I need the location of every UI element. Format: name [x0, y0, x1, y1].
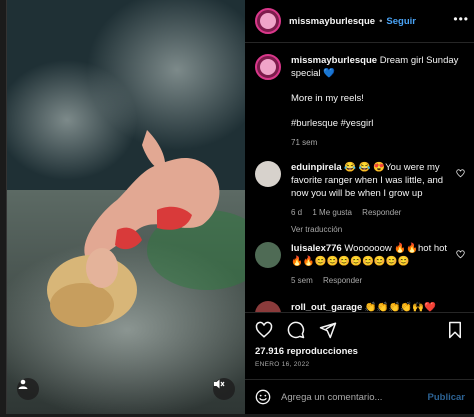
comment-item: roll_out_garage 👏👏👏👏🙌❤️ — [255, 301, 469, 312]
caption: missmayburlesque Dream girl Sunday speci… — [255, 54, 469, 149]
caption-extra: More in my reels! — [291, 93, 364, 104]
comment-item: luisalex776 Woooooow 🔥🔥hot hot 🔥🔥😊😊😊😊😊😊😊… — [255, 242, 469, 287]
post-modal: missmayburlesque • Seguir ••• missmaybur… — [6, 0, 474, 414]
comment-icon[interactable] — [287, 321, 305, 339]
caption-avatar[interactable] — [255, 54, 281, 80]
post-header: missmayburlesque • Seguir ••• — [245, 0, 474, 43]
caption-username[interactable]: missmayburlesque — [291, 55, 377, 66]
author-username[interactable]: missmayburlesque — [289, 16, 375, 27]
comment-time: 5 sem — [291, 276, 313, 285]
see-translation-button[interactable]: Ver traducción — [291, 223, 457, 236]
comment-meta: 6 d 1 Me gusta Responder — [291, 206, 457, 219]
user-tag-icon — [18, 379, 28, 389]
commenter-avatar[interactable] — [255, 242, 281, 268]
author-avatar[interactable] — [255, 8, 281, 34]
post-comment-button[interactable]: Publicar — [428, 392, 466, 403]
comment-input[interactable]: Agrega un comentario... — [281, 392, 428, 403]
comment-text: 👏👏👏👏🙌❤️ — [364, 302, 436, 312]
emoji-icon[interactable] — [255, 389, 271, 405]
comment-meta: 5 sem Responder — [291, 274, 457, 287]
post-actions: 27.916 reproducciones ENERO 16, 2022 — [245, 312, 474, 378]
more-options-icon[interactable]: ••• — [453, 12, 469, 26]
mute-button[interactable] — [213, 378, 235, 400]
comment-username[interactable]: luisalex776 — [291, 243, 342, 254]
muted-speaker-icon — [214, 379, 225, 389]
action-icons — [255, 321, 337, 343]
follow-button[interactable]: Seguir — [386, 16, 416, 27]
video-frame-illustration — [7, 0, 245, 414]
post-date: ENERO 16, 2022 — [255, 361, 310, 368]
caption-hashtags[interactable]: #burlesque #yesgirl — [291, 117, 469, 130]
comment-username[interactable]: eduinpirela — [291, 162, 342, 173]
comment-time: 6 d — [291, 208, 303, 217]
share-icon[interactable] — [319, 321, 337, 339]
comment-username[interactable]: roll_out_garage — [291, 302, 362, 312]
commenter-avatar[interactable] — [255, 301, 281, 312]
reply-button[interactable]: Responder — [362, 208, 401, 217]
bookmark-icon[interactable] — [447, 321, 463, 339]
reel-video[interactable] — [7, 0, 245, 414]
tagged-users-button[interactable] — [17, 378, 39, 400]
caption-time: 71 sem — [291, 138, 318, 147]
comment-like-icon[interactable] — [456, 250, 465, 259]
heart-icon[interactable] — [255, 321, 273, 339]
separator-dot: • — [379, 15, 383, 27]
comment-likes[interactable]: 1 Me gusta — [312, 208, 352, 217]
comment-composer: Agrega un comentario... Publicar — [245, 379, 474, 414]
post-details-panel: missmayburlesque • Seguir ••• missmaybur… — [245, 0, 474, 414]
comments-list[interactable]: missmayburlesque Dream girl Sunday speci… — [245, 44, 474, 312]
comment-item: eduinpirela 😂 😂 😍You were my favorite ra… — [255, 161, 469, 236]
commenter-avatar[interactable] — [255, 161, 281, 187]
comment-like-icon[interactable] — [456, 169, 465, 178]
view-count[interactable]: 27.916 reproducciones — [255, 346, 358, 357]
reply-button[interactable]: Responder — [323, 276, 362, 285]
